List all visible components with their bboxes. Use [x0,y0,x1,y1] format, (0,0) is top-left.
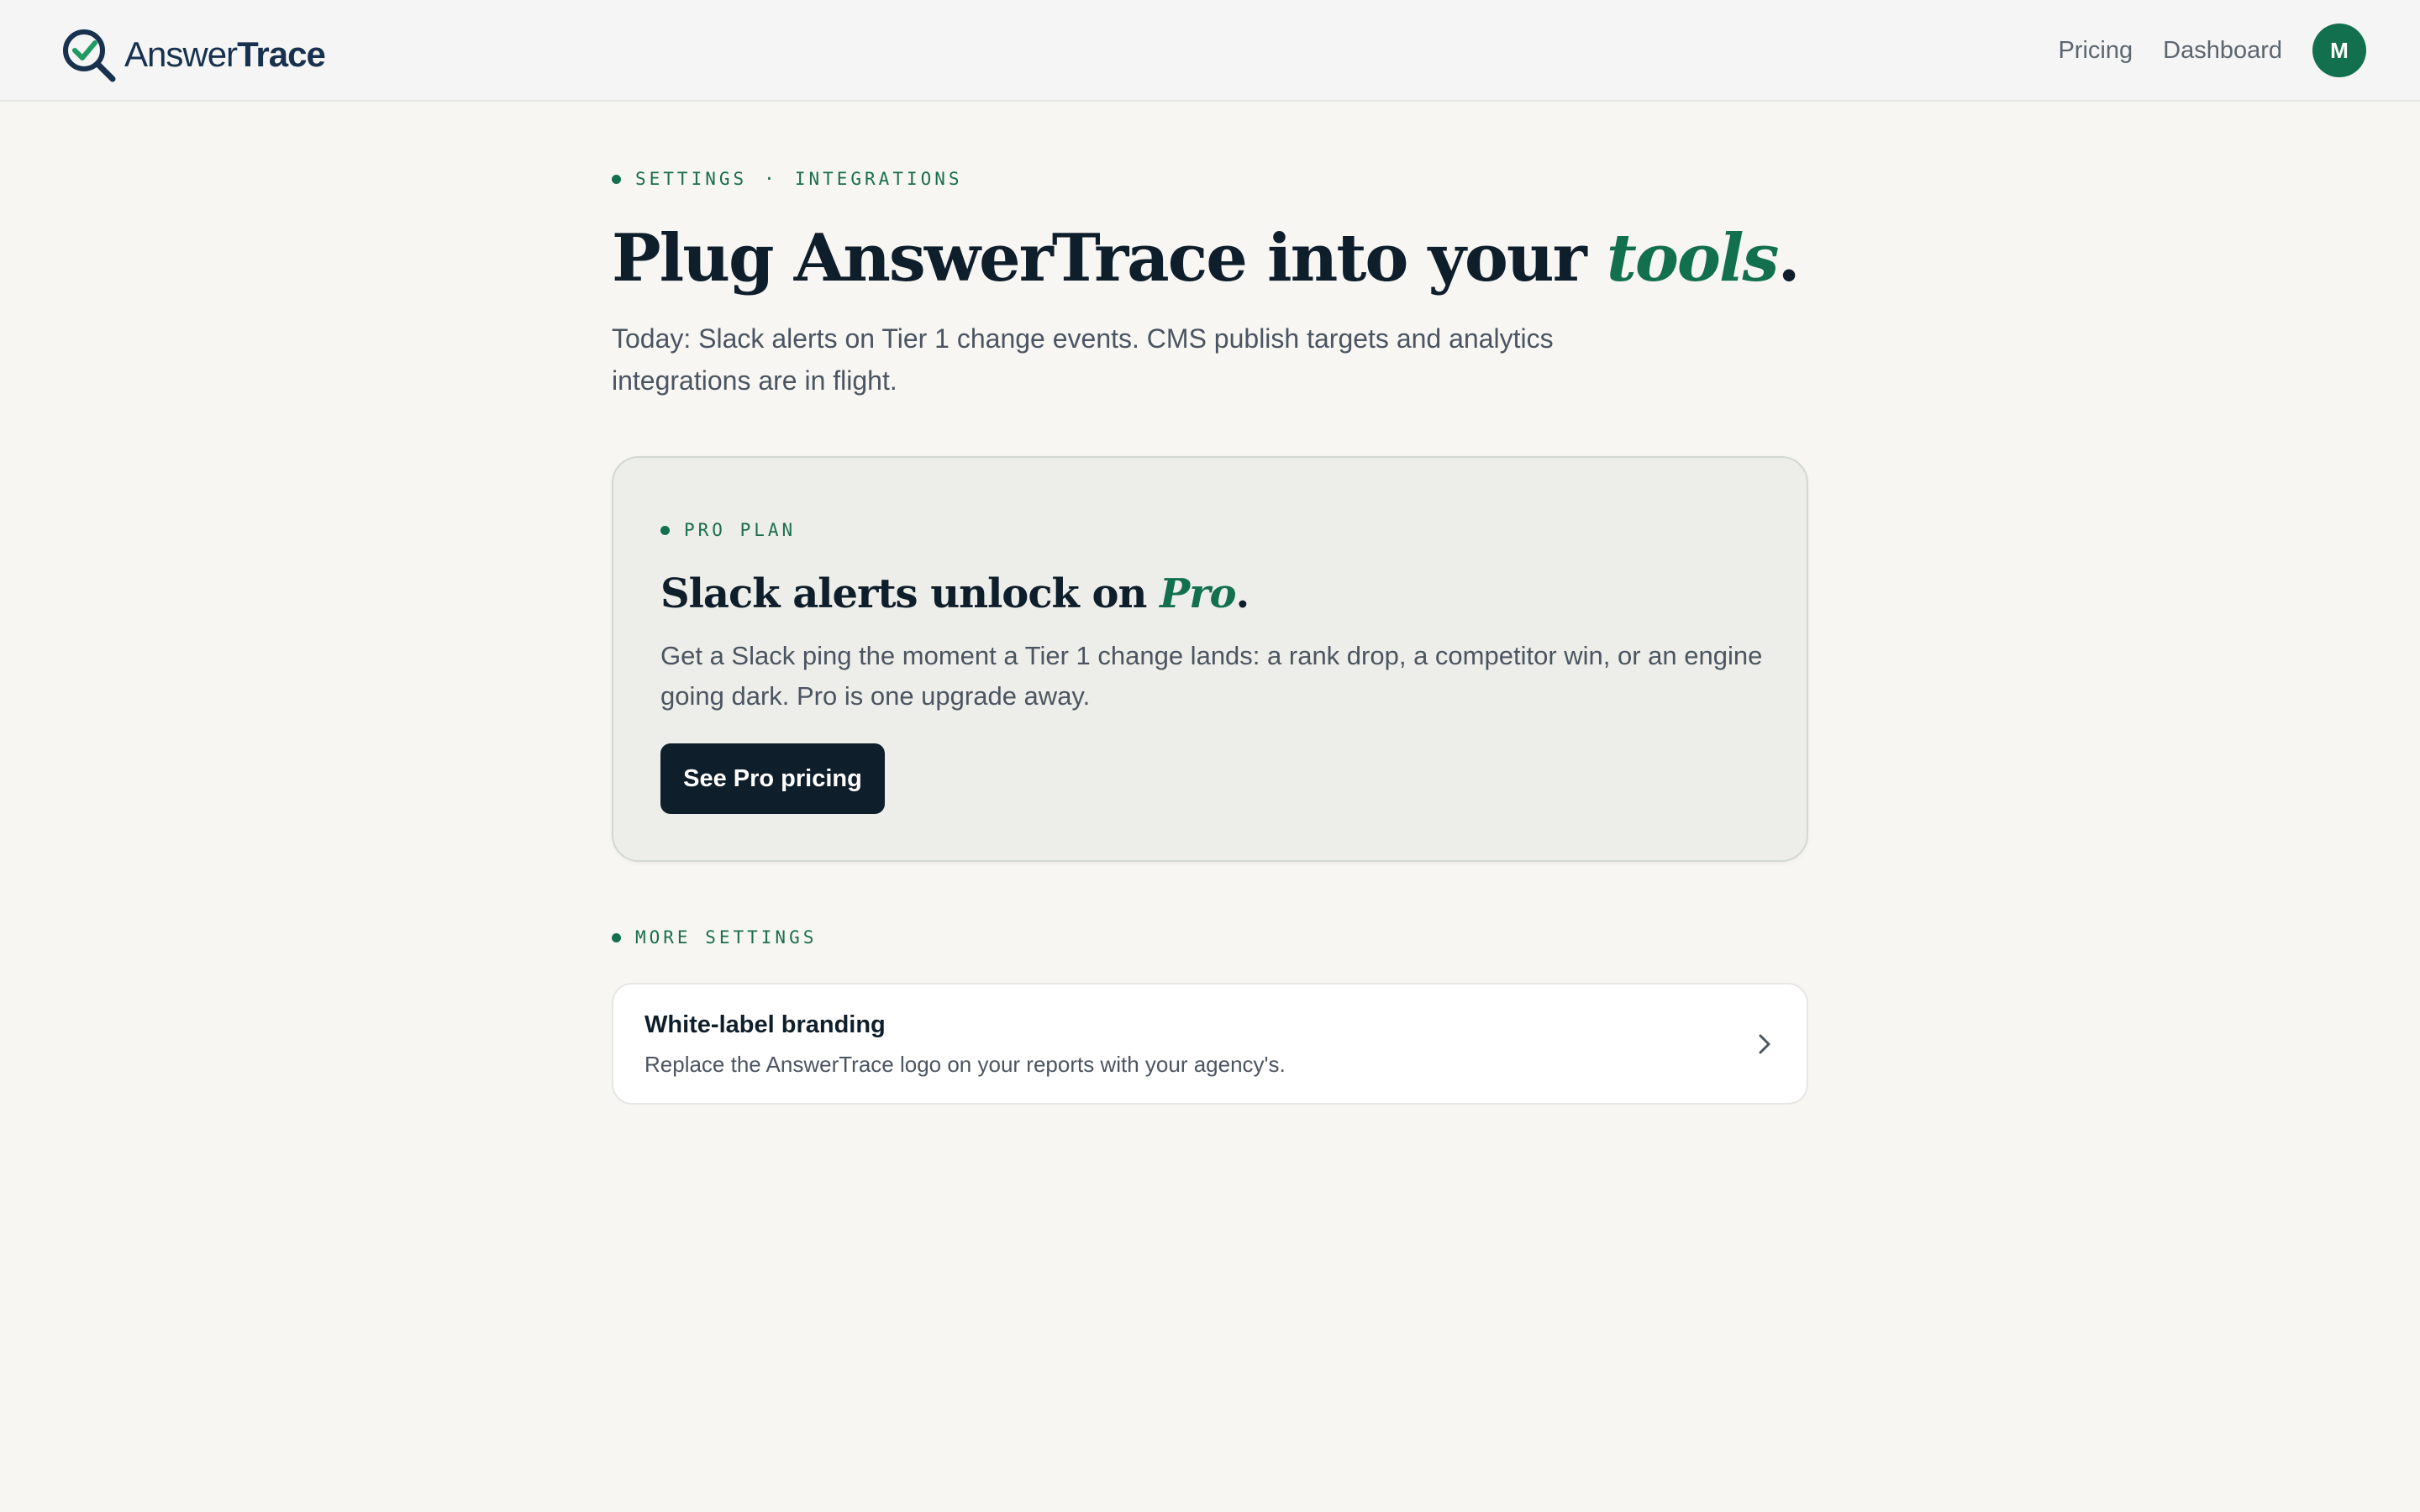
eyebrow-dot-icon [612,932,621,942]
page-title-prefix: Plug AnswerTrace into your [612,220,1587,297]
top-navigation-bar: AnswerTrace Pricing Dashboard M [0,0,2420,102]
page-title-accent: tools [1606,220,1780,297]
more-settings-heading: MORE SETTINGS [612,927,817,948]
brand-logo[interactable]: AnswerTrace [60,27,326,82]
settings-row-white-label-branding[interactable]: White-label branding Replace the AnswerT… [612,983,1808,1105]
brand-wordmark-bold: Trace [237,34,326,74]
pro-plan-label: PRO PLAN [684,520,797,540]
chevron-right-icon [1759,1034,1770,1054]
pro-plan-card: PRO PLAN Slack alerts unlock on Pro. Get… [612,456,1808,862]
pro-plan-eyebrow: PRO PLAN [660,520,796,540]
page-intro: Today: Slack alerts on Tier 1 change eve… [612,323,1554,396]
user-avatar[interactable]: M [2312,24,2366,77]
pro-card-title-prefix: Slack alerts unlock on [660,570,1147,617]
pro-card-title-suffix: . [1235,570,1250,617]
eyebrow-dot-icon [660,525,670,535]
page-title-suffix: . [1777,220,1800,297]
see-pro-pricing-button[interactable]: See Pro pricing [660,743,885,814]
breadcrumb-dot-icon [612,174,621,184]
settings-row-title: White-label branding [644,1011,886,1038]
brand-wordmark: AnswerTrace [124,31,326,78]
pro-card-description: Get a Slack ping the moment a Tier 1 cha… [660,641,1763,711]
breadcrumb-separator: · [764,169,778,189]
brand-wordmark-light: Answer [124,34,238,74]
settings-row-description: Replace the AnswerTrace logo on your rep… [644,1052,1286,1077]
magnifier-check-icon [63,29,116,82]
pro-card-title-accent: Pro [1160,570,1236,617]
main-nav: Pricing Dashboard M [2058,24,2366,77]
breadcrumb: SETTINGS · INTEGRATIONS [612,169,963,189]
nav-link-dashboard[interactable]: Dashboard [2163,24,2282,77]
breadcrumb-section[interactable]: SETTINGS [635,169,747,189]
page-title: Plug AnswerTrace into your tools. [612,220,1801,297]
breadcrumb-current: INTEGRATIONS [794,169,963,189]
pro-card-title: Slack alerts unlock on Pro. [660,570,1249,617]
more-settings-label: MORE SETTINGS [635,927,818,948]
nav-link-pricing[interactable]: Pricing [2058,24,2133,77]
